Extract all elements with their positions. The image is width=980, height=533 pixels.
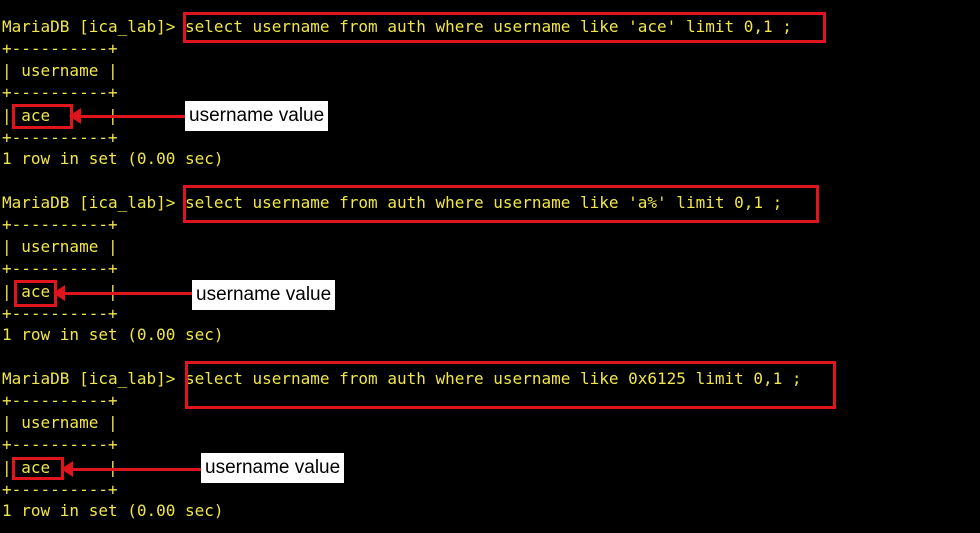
result-status: 1 row in set (0.00 sec) [2,501,224,520]
table-border: +----------+ [2,435,118,454]
table-border: +----------+ [2,39,118,58]
annotation-label: username value [201,453,345,483]
command-highlight-box [183,12,826,43]
annotation-label: username value [185,101,329,131]
table-header: | username | [2,61,118,80]
table-header: | username | [2,237,118,256]
table-border: +----------+ [2,391,118,410]
table-border: +----------+ [2,215,118,234]
table-border: +----------+ [2,128,118,147]
annotation-label: username value [192,280,336,310]
result-status: 1 row in set (0.00 sec) [2,149,224,168]
table-header: | username | [2,413,118,432]
table-border: +----------+ [2,83,118,102]
command-highlight-box [183,185,819,223]
arrow-icon [53,285,194,301]
table-border: +----------+ [2,259,118,278]
terminal-window[interactable]: MariaDB [ica_lab]> select username from … [0,0,980,533]
arrow-icon [61,461,203,477]
table-border: +----------+ [2,480,118,499]
prompt: MariaDB [ica_lab]> [2,17,176,36]
table-border: +----------+ [2,304,118,323]
arrow-icon [69,108,185,124]
prompt: MariaDB [ica_lab]> [2,193,176,212]
value-highlight-box [12,457,64,480]
value-highlight-box [12,104,73,129]
result-status: 1 row in set (0.00 sec) [2,325,224,344]
prompt: MariaDB [ica_lab]> [2,369,176,388]
command-highlight-box [185,361,836,409]
